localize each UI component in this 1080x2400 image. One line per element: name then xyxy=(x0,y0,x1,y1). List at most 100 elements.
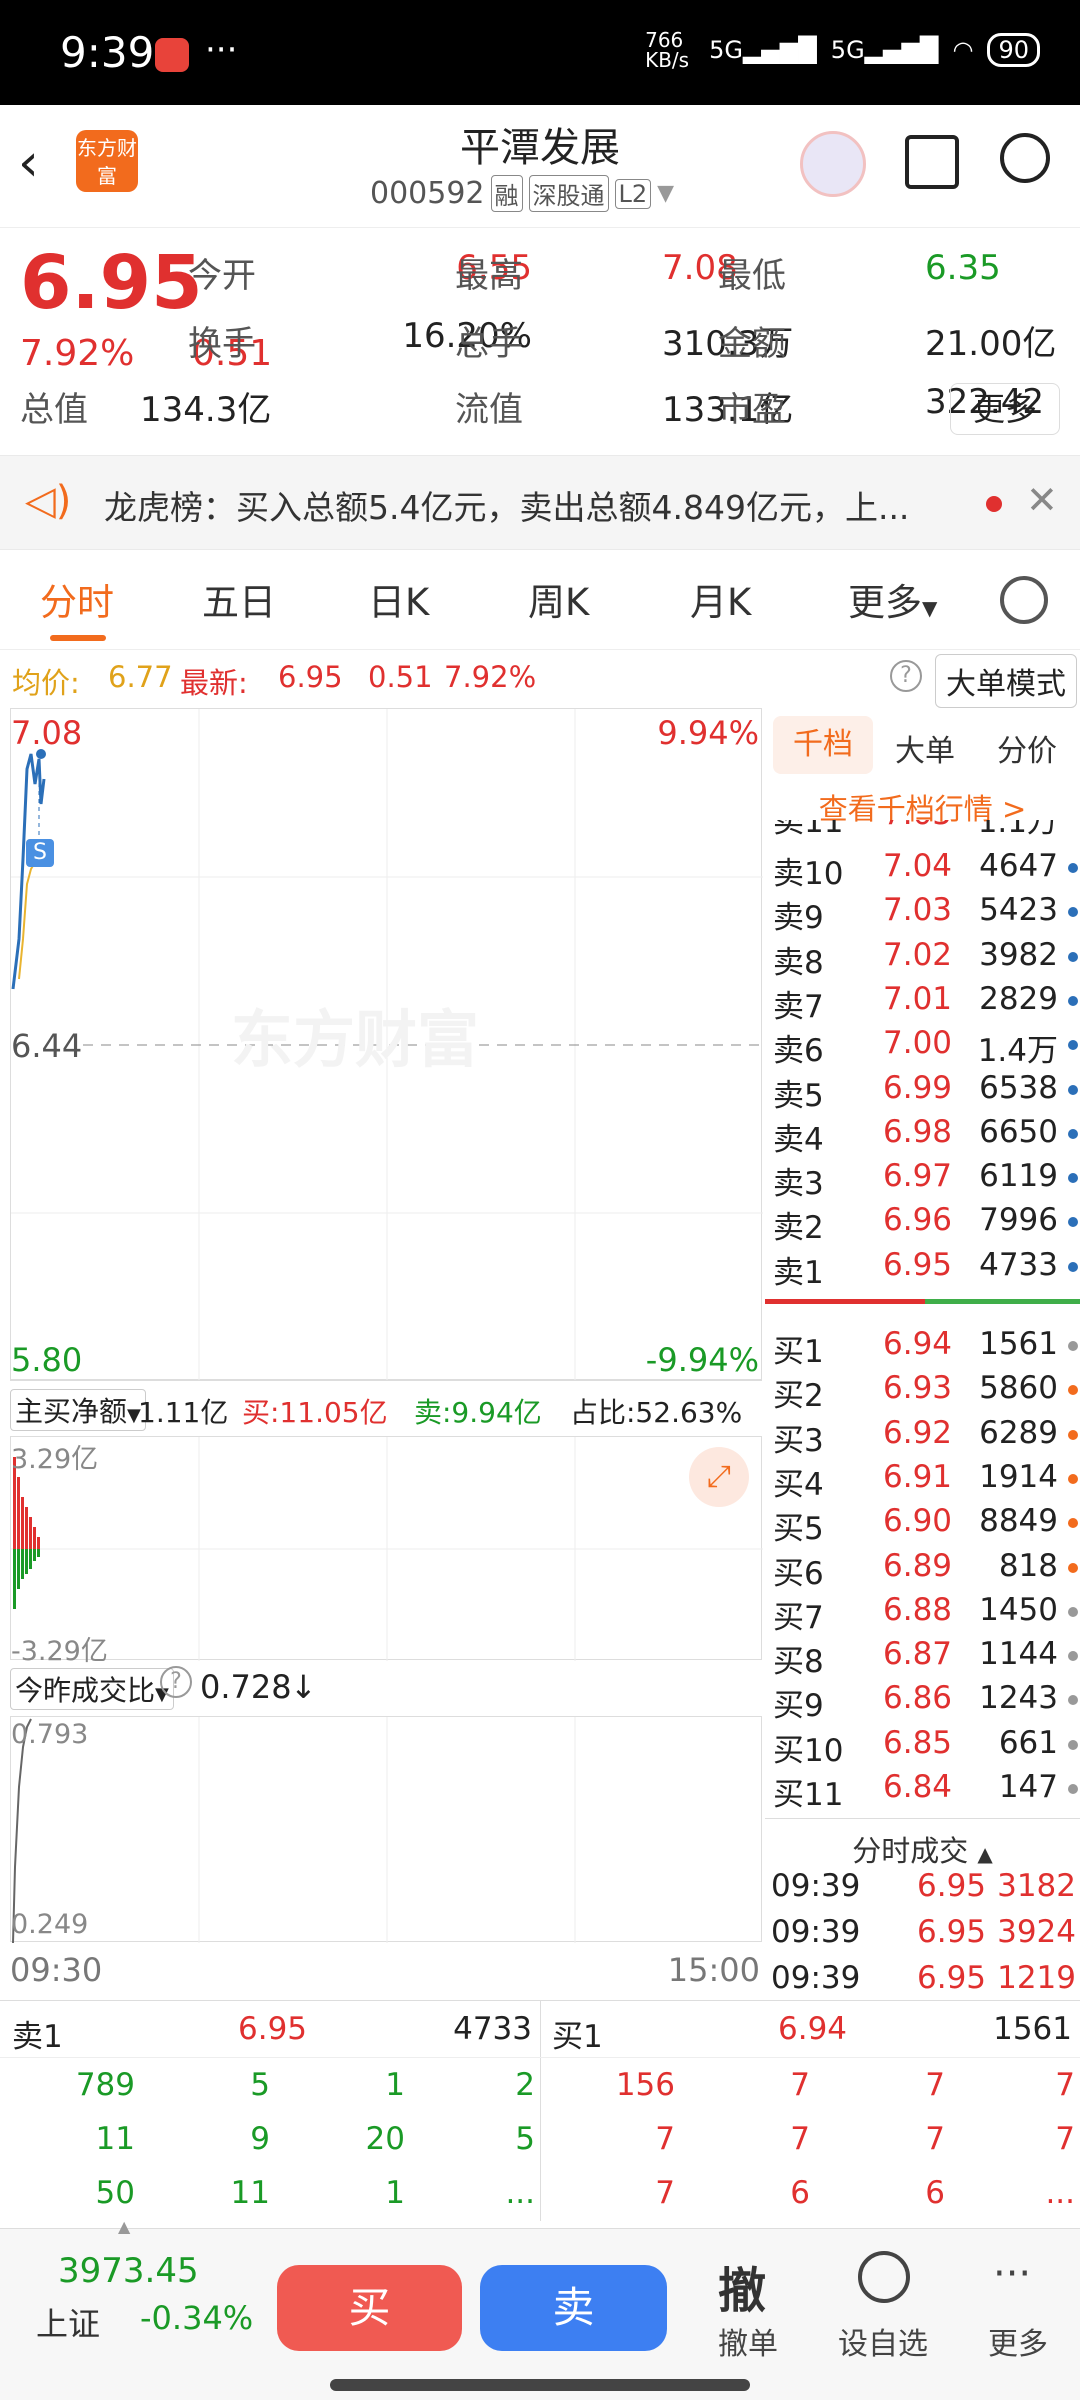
buy-button[interactable]: 买 xyxy=(277,2265,462,2351)
quote-field-value: 21.00亿 xyxy=(925,324,1057,364)
ask-row[interactable]: 卖8 7.02 3982 xyxy=(765,937,1080,981)
trade-marker-icon[interactable]: S xyxy=(26,839,54,867)
tab-intraday[interactable]: 分时 xyxy=(40,572,114,626)
close-icon[interactable]: ✕ xyxy=(1026,478,1058,522)
ask-row[interactable]: 卖10 7.04 4647 xyxy=(765,848,1080,892)
net-amount: 1.11亿 xyxy=(138,1396,229,1429)
ask-price: 6.97 xyxy=(883,1158,953,1195)
tab-daily-k[interactable]: 日K xyxy=(368,572,429,626)
index-value[interactable]: 3973.45 xyxy=(58,2251,199,2291)
big-order-mode-button[interactable]: 大单模式 xyxy=(935,654,1077,708)
notice-bar[interactable]: ◁) 龙虎榜：买入总额5.4亿元，卖出总额4.849亿元，上... ✕ xyxy=(0,455,1080,550)
fund-flow-chart[interactable]: 3.29亿 -3.29亿 ⤢ xyxy=(10,1436,763,1667)
order-dot-icon xyxy=(1068,995,1078,1006)
home-indicator[interactable] xyxy=(330,2379,750,2391)
share-icon[interactable] xyxy=(905,135,959,189)
bid-volume: 818 xyxy=(998,1547,1058,1584)
tick-volume: 3182 xyxy=(997,1868,1076,1904)
fund-flow-selector[interactable]: 主买净额▼ xyxy=(10,1389,146,1431)
order-book: 千档 大单 分价 查看千档行情 > 卖11 7.05 1.1万 卖107.044… xyxy=(765,708,1080,1998)
collapse-caret-icon[interactable]: ▲ xyxy=(0,2217,1080,2236)
tab-monthly-k[interactable]: 月K xyxy=(690,572,751,626)
order-dot-icon xyxy=(1068,1651,1078,1662)
bid-price: 6.88 xyxy=(883,1591,953,1628)
ask-row[interactable]: 卖4 6.98 6650 xyxy=(765,1114,1080,1158)
tab-more[interactable]: 更多▼ xyxy=(848,572,937,626)
bid-row[interactable]: 买5 6.90 8849 xyxy=(765,1503,1080,1547)
queue-cell: 7 xyxy=(1055,2067,1075,2103)
bid-volume: 1561 xyxy=(979,1326,1058,1362)
more-notifications-icon: ··· xyxy=(205,30,238,70)
search-icon[interactable] xyxy=(1000,133,1050,183)
cancel-order-label[interactable]: 撤单 xyxy=(718,2319,778,2363)
tab-weekly-k[interactable]: 周K xyxy=(528,572,589,626)
add-watchlist-label[interactable]: 设自选 xyxy=(838,2319,928,2363)
status-indicators: 766 KB/s 5G▂▄▆█ 5G▂▄▆█ ◠ 90 xyxy=(645,30,1040,70)
ask-strength-bar xyxy=(765,1299,925,1304)
ask-volume: 3982 xyxy=(979,936,1058,973)
bid-row[interactable]: 买6 6.89 818 xyxy=(765,1548,1080,1592)
queue-cell: 7 xyxy=(790,2067,810,2103)
ask-row[interactable]: 卖7 7.01 2829 xyxy=(765,981,1080,1025)
tick-row: 09:39 6.95 3924 xyxy=(765,1914,1080,1958)
queue-right-label: 买1 xyxy=(552,2019,603,2055)
sell-button[interactable]: 卖 xyxy=(480,2265,667,2351)
tick-volume: 1219 xyxy=(997,1960,1076,1996)
bid-row[interactable]: 买3 6.92 6289 xyxy=(765,1415,1080,1459)
index-name: 上证 xyxy=(36,2305,101,2343)
more-label[interactable]: 更多 xyxy=(988,2319,1048,2363)
settings-gear-icon[interactable] xyxy=(1000,576,1048,624)
bid-row[interactable]: 买4 6.91 1914 xyxy=(765,1459,1080,1503)
bid-price: 6.92 xyxy=(883,1414,953,1451)
queue-cell: 156 xyxy=(615,2067,675,2103)
volume-ratio-chart[interactable]: 0.793 0.249 xyxy=(10,1716,762,1943)
queue-cell: 1 xyxy=(385,2175,405,2211)
more-dots-icon[interactable]: ··· xyxy=(993,2251,1031,2297)
bid-row[interactable]: 买9 6.86 1243 xyxy=(765,1680,1080,1724)
stock-header: ‹ 东方财富 平潭发展 000592 融 深股通 L2 ▼ xyxy=(0,105,1080,227)
bid-volume: 147 xyxy=(998,1769,1058,1805)
robot-assistant-icon[interactable] xyxy=(800,131,866,197)
ask-row[interactable]: 卖6 7.00 1.4万 xyxy=(765,1025,1080,1069)
more-button[interactable]: 更多 xyxy=(950,383,1060,435)
intraday-chart[interactable]: 东方财富 7.08 6.44 5.80 9.94% -9.94% S xyxy=(10,708,763,1381)
y-max-label: 7.08 xyxy=(11,714,83,752)
help-icon[interactable]: ? xyxy=(890,660,922,692)
ask-row[interactable]: 卖3 6.97 6119 xyxy=(765,1158,1080,1202)
tab-depth[interactable]: 千档 xyxy=(773,716,873,774)
bid-row[interactable]: 买1 6.94 1561 xyxy=(765,1326,1080,1370)
bid-row[interactable]: 买7 6.88 1450 xyxy=(765,1592,1080,1636)
bid-row[interactable]: 买8 6.87 1144 xyxy=(765,1636,1080,1680)
order-dot-icon xyxy=(1068,1173,1078,1184)
bid-row[interactable]: 买11 6.84 147 xyxy=(765,1769,1080,1813)
bid-row[interactable]: 买2 6.93 5860 xyxy=(765,1370,1080,1414)
ask-row[interactable]: 卖5 6.99 6538 xyxy=(765,1070,1080,1114)
fund-flow-header: 主买净额▼ 1.11亿 买:11.05亿 卖:9.94亿 占比:52.63% xyxy=(10,1380,762,1436)
expand-icon[interactable]: ⤢ xyxy=(689,1447,749,1507)
add-watchlist-icon[interactable] xyxy=(858,2251,910,2303)
ask-price: 7.04 xyxy=(883,848,953,884)
ask-row[interactable]: 卖9 7.03 5423 xyxy=(765,892,1080,936)
ask-volume: 6650 xyxy=(979,1113,1058,1150)
tab-five-day[interactable]: 五日 xyxy=(202,572,276,626)
cancel-order-icon[interactable]: 撤 xyxy=(718,2251,766,2321)
bid-volume: 5860 xyxy=(979,1370,1058,1407)
ask-row[interactable]: 卖1 6.95 4733 xyxy=(765,1247,1080,1291)
ticks-title[interactable]: 分时成交 ▲ xyxy=(765,1828,1080,1870)
stock-subtitle[interactable]: 000592 融 深股通 L2 ▼ xyxy=(370,175,674,212)
help-icon[interactable]: ? xyxy=(160,1666,192,1698)
time-axis: 09:30 15:00 xyxy=(10,1945,762,1995)
queue-cell: 5 xyxy=(250,2067,270,2103)
tab-price-volume[interactable]: 分价 xyxy=(997,726,1057,770)
fund-flow-label: 主买净额 xyxy=(15,1395,128,1428)
ask-row[interactable]: 卖2 6.96 7996 xyxy=(765,1202,1080,1246)
volume-ratio-selector[interactable]: 今昨成交比▼ xyxy=(10,1668,174,1710)
ask-label: 卖6 xyxy=(773,1033,824,1070)
tab-big-orders[interactable]: 大单 xyxy=(895,726,955,770)
queue-cell: 7 xyxy=(655,2175,675,2211)
queue-left-price: 6.95 xyxy=(238,2011,308,2047)
dropdown-icon: ▼ xyxy=(922,596,938,620)
order-dot-icon xyxy=(1068,1128,1078,1139)
queue-cell: 2 xyxy=(515,2067,535,2103)
bid-row[interactable]: 买10 6.85 661 xyxy=(765,1725,1080,1769)
